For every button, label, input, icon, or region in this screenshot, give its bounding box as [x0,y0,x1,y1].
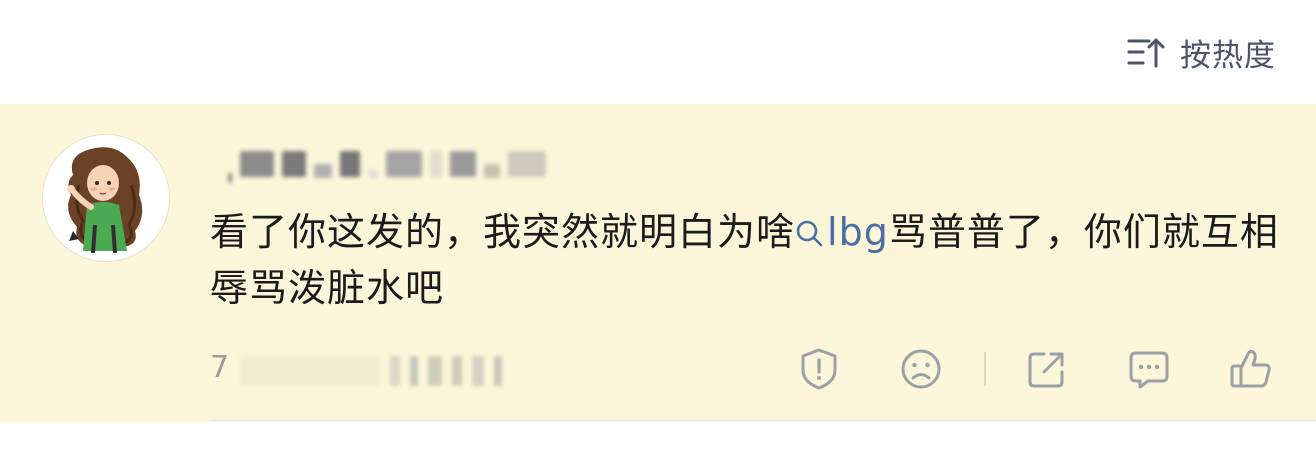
sort-desc-icon [1127,38,1165,68]
avatar[interactable] [42,134,170,262]
comment-text: 看了你这发的，我突然就明白为啥 lbg骂普普了，你们就互相辱骂泼脏水吧 [210,204,1280,316]
search-link[interactable]: lbg [795,210,889,254]
comment-list-header: 按热度 [0,0,1316,104]
action-divider [984,352,986,386]
comment-footer: 7 [0,340,1316,400]
username-blurred[interactable] [228,144,546,184]
reply-icon [1129,351,1169,389]
like-count: 7 [210,350,230,385]
comment-text-before: 看了你这发的，我突然就明白为啥 [210,210,796,254]
comment-item: 看了你这发的，我突然就明白为啥 lbg骂普普了，你们就互相辱骂泼脏水吧 7 [0,104,1316,422]
like-icon [1230,349,1271,388]
avatar-girl-icon [43,135,169,261]
share-icon [1028,352,1064,388]
sort-label: 按热度 [1180,37,1276,74]
sort-by-hot-button[interactable]: 按热度 [1126,30,1276,74]
search-icon [796,220,823,247]
search-link-label: lbg [827,210,889,254]
reply-button[interactable] [1126,346,1172,392]
timestamp-blurred [240,356,502,386]
report-icon [801,348,837,390]
like-button[interactable] [1228,346,1274,392]
report-button[interactable] [796,346,842,392]
dislike-button[interactable] [898,346,944,392]
share-button[interactable] [1024,346,1070,392]
dislike-icon [901,349,941,389]
next-comment-area [0,422,1316,450]
comment-separator [210,420,1316,421]
